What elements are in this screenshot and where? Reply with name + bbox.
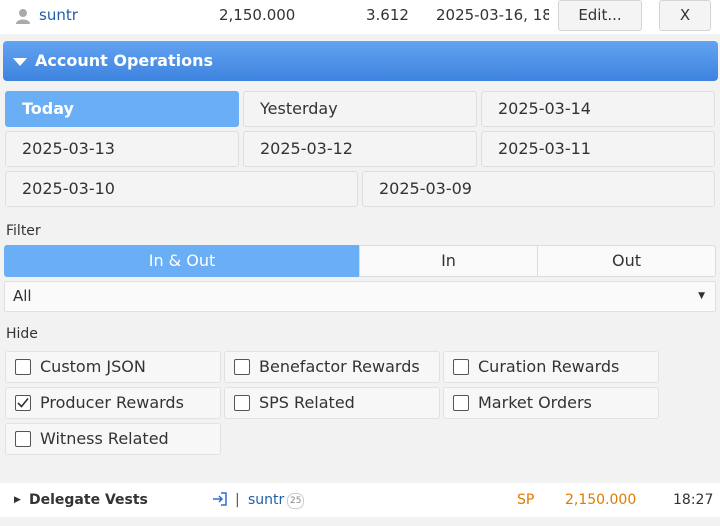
- operation-type: Delegate Vests: [29, 492, 148, 508]
- checkbox-icon: [15, 431, 31, 447]
- unit-label: SP: [517, 492, 535, 508]
- checkbox-icon: [453, 359, 469, 375]
- hide-curation-rewards-checkbox[interactable]: Curation Rewards: [443, 351, 659, 383]
- checkbox-label: Witness Related: [40, 429, 169, 448]
- hide-producer-rewards-checkbox[interactable]: Producer Rewards: [5, 387, 221, 419]
- checkbox-icon: [453, 395, 469, 411]
- account-link[interactable]: suntr: [39, 0, 78, 34]
- hide-witness-related-checkbox[interactable]: Witness Related: [5, 423, 221, 455]
- date-button[interactable]: 2025-03-11: [481, 131, 715, 167]
- checkbox-icon: [15, 359, 31, 375]
- checkbox-label: Benefactor Rewards: [259, 357, 420, 376]
- dropdown-caret-icon: ▼: [698, 291, 705, 301]
- hide-sps-related-checkbox[interactable]: SPS Related: [224, 387, 440, 419]
- operation-type-select[interactable]: All ▼: [4, 281, 716, 312]
- filter-out-tab[interactable]: Out: [537, 245, 716, 277]
- collapse-triangle-icon: [13, 58, 27, 66]
- hide-market-orders-checkbox[interactable]: Market Orders: [443, 387, 659, 419]
- filter-in-tab[interactable]: In: [359, 245, 538, 277]
- checkbox-icon: [234, 395, 250, 411]
- separator: |: [235, 492, 240, 508]
- panel-title: Account Operations: [35, 51, 213, 70]
- date-today-button[interactable]: Today: [5, 91, 239, 127]
- checkbox-label: Market Orders: [478, 393, 592, 412]
- account-operations-header[interactable]: Account Operations: [3, 41, 718, 81]
- edit-button[interactable]: Edit...: [558, 0, 642, 31]
- operation-amount: 2,150.000: [565, 492, 637, 508]
- hide-custom-json-checkbox[interactable]: Custom JSON: [5, 351, 221, 383]
- operation-account-link[interactable]: suntr: [248, 483, 284, 517]
- checkbox-label: SPS Related: [259, 393, 355, 412]
- expand-triangle-icon[interactable]: ▶: [14, 483, 21, 517]
- ratio-value: 3.612: [366, 6, 409, 24]
- hide-benefactor-rewards-checkbox[interactable]: Benefactor Rewards: [224, 351, 440, 383]
- operation-row[interactable]: ▶ Delegate Vests | suntr 25 SP 2,150.000…: [0, 483, 720, 517]
- date-button[interactable]: 2025-03-10: [5, 171, 358, 207]
- date-button[interactable]: 2025-03-09: [362, 171, 715, 207]
- datetime-value: 2025-03-16, 18:: [436, 6, 549, 24]
- checkbox-label: Producer Rewards: [40, 393, 184, 412]
- hide-label: Hide: [6, 326, 38, 342]
- checkbox-icon: [234, 359, 250, 375]
- select-value: All: [13, 287, 32, 305]
- delegate-in-icon: [212, 491, 228, 511]
- operation-time: 18:27: [673, 492, 714, 508]
- delegation-row: suntr 2,150.000 3.612 2025-03-16, 18: Ed…: [0, 0, 720, 34]
- filter-in-out-tab[interactable]: In & Out: [4, 245, 360, 277]
- date-yesterday-button[interactable]: Yesterday: [243, 91, 477, 127]
- user-icon: [14, 5, 32, 25]
- remove-button[interactable]: X: [659, 0, 711, 31]
- checkbox-label: Curation Rewards: [478, 357, 620, 376]
- checkmark-icon: [15, 395, 31, 411]
- reputation-badge: 25: [287, 493, 305, 509]
- date-button[interactable]: 2025-03-12: [243, 131, 477, 167]
- checkbox-label: Custom JSON: [40, 357, 146, 376]
- amount-value: 2,150.000: [219, 6, 296, 24]
- date-button[interactable]: 2025-03-14: [481, 91, 715, 127]
- filter-label: Filter: [6, 223, 41, 239]
- date-button[interactable]: 2025-03-13: [5, 131, 239, 167]
